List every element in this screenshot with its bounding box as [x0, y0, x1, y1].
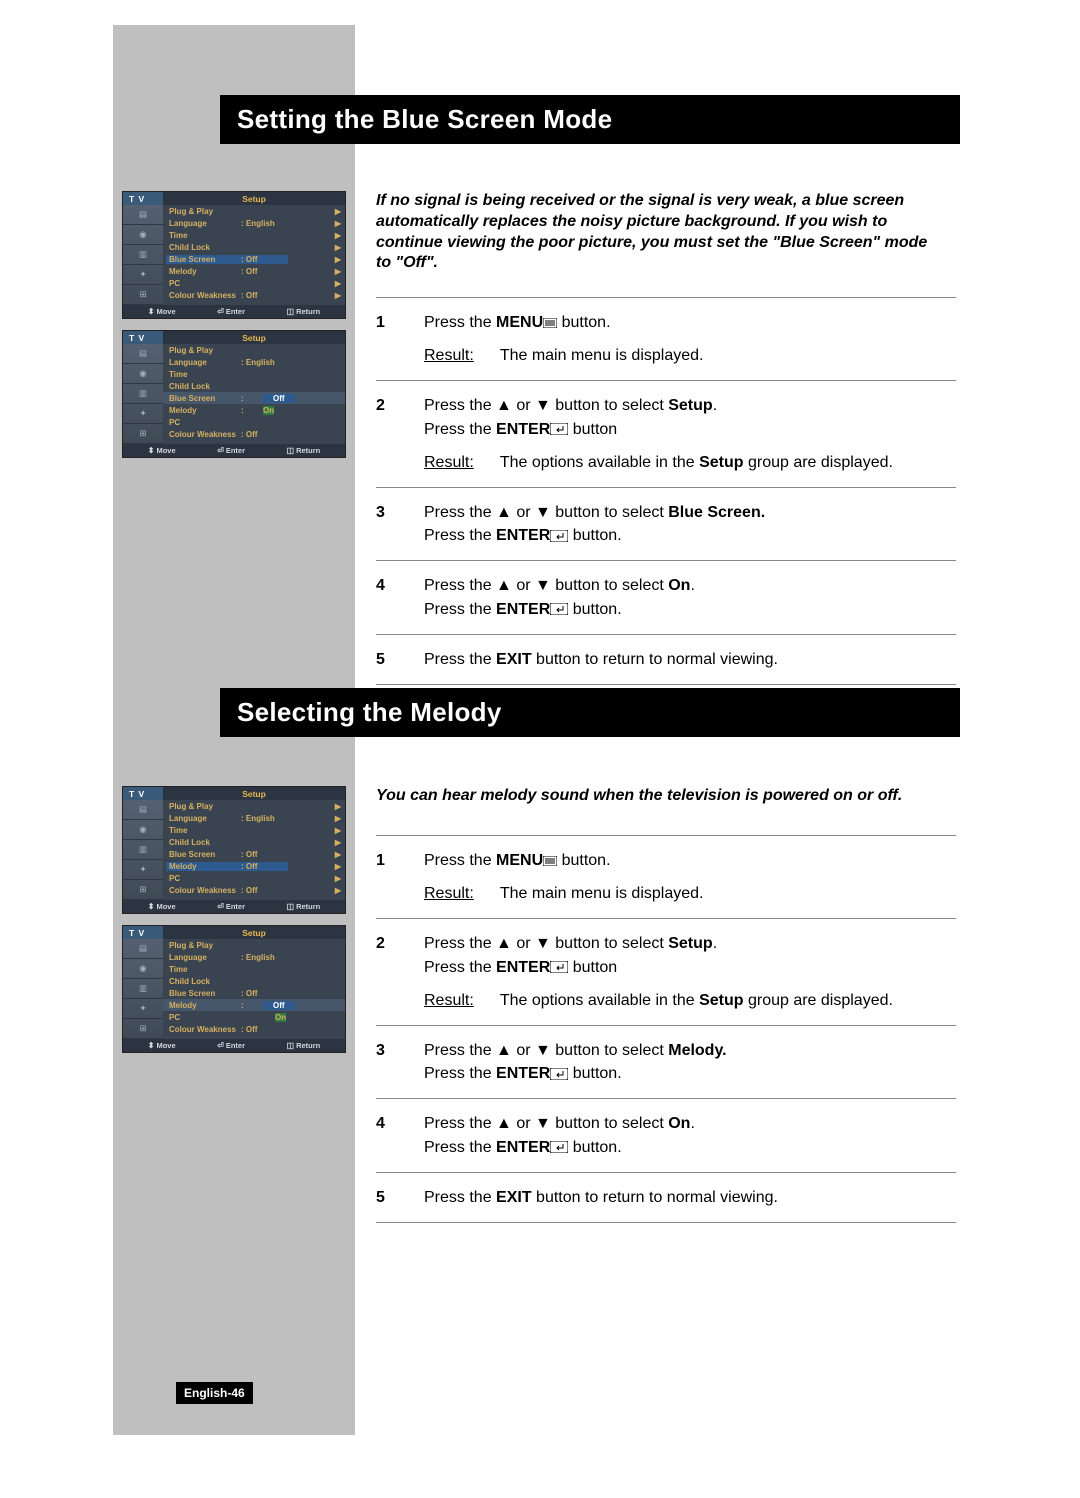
step-row: 3 Press the ▲ or ▼ button to select Blue…	[376, 497, 956, 551]
result-label: Result	[424, 344, 482, 367]
osd-setup-label: Setup	[163, 789, 345, 799]
step-number: 3	[376, 1039, 424, 1085]
enter-icon: ⏎	[217, 1041, 224, 1050]
enter-icon	[550, 1136, 568, 1148]
updown-icon: ⬍	[148, 902, 155, 911]
osd-bluescreen-2: T VSetup ▤ ◉ ▥ ✦ ⊞ Plug & Play Language:…	[122, 330, 346, 458]
picture-icon: ▤	[123, 800, 163, 820]
section1-intro: If no signal is being received or the si…	[376, 191, 946, 274]
enter-icon: ⏎	[217, 446, 224, 455]
channel-icon: ▥	[123, 840, 163, 860]
section1-underline	[220, 135, 960, 143]
setup-icon: ✦	[123, 265, 163, 285]
divider	[376, 684, 956, 685]
step-number: 1	[376, 849, 424, 905]
result-label: Result	[424, 451, 482, 474]
setup-icon: ✦	[123, 404, 163, 424]
menu-icon	[543, 849, 557, 859]
enter-icon	[550, 524, 568, 536]
step-number: 3	[376, 501, 424, 547]
channel-icon: ▥	[123, 979, 163, 999]
osd-melody-1: T VSetup ▤ ◉ ▥ ✦ ⊞ Plug & Play▶ Language…	[122, 786, 346, 914]
input-icon: ⊞	[123, 424, 163, 444]
divider	[376, 487, 956, 488]
input-icon: ⊞	[123, 285, 163, 305]
osd-tv-label: T V	[123, 787, 163, 800]
result-label: Result	[424, 882, 482, 905]
step-row: 5 Press the EXIT button to return to nor…	[376, 644, 956, 675]
section2-steps: 1 Press the MENU button. ResultThe main …	[376, 826, 956, 1232]
divider	[376, 560, 956, 561]
enter-icon	[550, 1062, 568, 1074]
osd-setup-label: Setup	[163, 194, 345, 204]
channel-icon: ▥	[123, 384, 163, 404]
setup-icon: ✦	[123, 860, 163, 880]
input-icon: ⊞	[123, 1019, 163, 1039]
step-number: 4	[376, 1112, 424, 1158]
osd-setup-label: Setup	[163, 333, 345, 343]
updown-icon: ⬍	[148, 1041, 155, 1050]
step-row: 2 Press the ▲ or ▼ button to select Setu…	[376, 928, 956, 1016]
sound-icon: ◉	[123, 225, 163, 245]
return-icon: ◫	[287, 307, 295, 316]
divider	[376, 1172, 956, 1173]
manual-page: Setting the Blue Screen Mode T VSetup ▤ …	[0, 0, 1080, 1498]
step-number: 5	[376, 648, 424, 671]
osd-tv-label: T V	[123, 331, 163, 344]
input-icon: ⊞	[123, 880, 163, 900]
return-icon: ◫	[287, 1041, 295, 1050]
divider	[376, 380, 956, 381]
menu-icon	[543, 311, 557, 321]
setup-icon: ✦	[123, 999, 163, 1019]
enter-icon: ⏎	[217, 307, 224, 316]
step-number: 2	[376, 394, 424, 474]
step-number: 4	[376, 574, 424, 620]
sound-icon: ◉	[123, 364, 163, 384]
page-number: English-46	[176, 1382, 253, 1404]
osd-tv-label: T V	[123, 192, 163, 205]
return-icon: ◫	[287, 902, 295, 911]
step-number: 1	[376, 311, 424, 367]
section2-underline	[220, 728, 960, 736]
step-number: 5	[376, 1186, 424, 1209]
divider	[376, 1222, 956, 1223]
channel-icon: ▥	[123, 245, 163, 265]
section1-title: Setting the Blue Screen Mode	[237, 104, 943, 135]
updown-icon: ⬍	[148, 446, 155, 455]
updown-icon: ⬍	[148, 307, 155, 316]
divider	[376, 1025, 956, 1026]
divider	[376, 634, 956, 635]
divider	[376, 1098, 956, 1099]
return-icon: ◫	[287, 446, 295, 455]
enter-icon: ⏎	[217, 902, 224, 911]
result-label: Result	[424, 989, 482, 1012]
osd-melody-2: T VSetup ▤ ◉ ▥ ✦ ⊞ Plug & Play Language:…	[122, 925, 346, 1053]
enter-icon	[550, 418, 568, 430]
divider	[376, 297, 956, 298]
step-row: 3 Press the ▲ or ▼ button to select Melo…	[376, 1035, 956, 1089]
section2-intro: You can hear melody sound when the telev…	[376, 786, 946, 807]
section1-steps: 1 Press the MENU button. ResultThe main …	[376, 288, 956, 694]
step-row: 4 Press the ▲ or ▼ button to select On. …	[376, 1108, 956, 1162]
step-row: 4 Press the ▲ or ▼ button to select On. …	[376, 570, 956, 624]
picture-icon: ▤	[123, 939, 163, 959]
step-row: 5 Press the EXIT button to return to nor…	[376, 1182, 956, 1213]
osd-tv-label: T V	[123, 926, 163, 939]
section2-title: Selecting the Melody	[237, 697, 943, 728]
osd-setup-label: Setup	[163, 928, 345, 938]
enter-icon	[550, 598, 568, 610]
enter-icon	[550, 956, 568, 968]
step-row: 2 Press the ▲ or ▼ button to select Setu…	[376, 390, 956, 478]
step-row: 1 Press the MENU button. ResultThe main …	[376, 307, 956, 371]
step-row: 1 Press the MENU button. ResultThe main …	[376, 845, 956, 909]
sound-icon: ◉	[123, 820, 163, 840]
picture-icon: ▤	[123, 205, 163, 225]
divider	[376, 918, 956, 919]
picture-icon: ▤	[123, 344, 163, 364]
sound-icon: ◉	[123, 959, 163, 979]
osd-bluescreen-1: T VSetup ▤ ◉ ▥ ✦ ⊞ Plug & Play▶ Language…	[122, 191, 346, 319]
divider	[376, 835, 956, 836]
step-number: 2	[376, 932, 424, 1012]
